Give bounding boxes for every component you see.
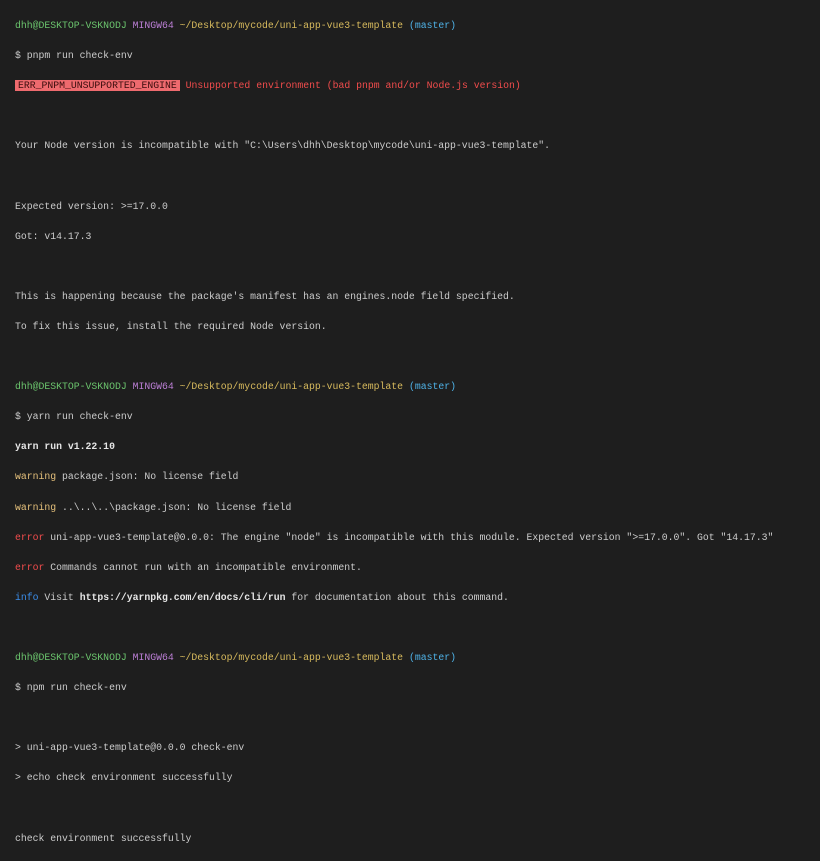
log-level: warning	[15, 471, 57, 483]
prompt-path: ~/Desktop/mycode/uni-app-vue3-template	[179, 652, 404, 664]
log-text: uni-app-vue3-template@0.0.0: The engine …	[44, 531, 774, 543]
prompt-shell: MINGW64	[132, 20, 174, 32]
output-line: Your Node version is incompatible with "…	[15, 140, 550, 152]
command-line: $ npm run check-env	[15, 682, 127, 694]
log-text: for documentation about this command.	[285, 591, 509, 603]
error-badge: ERR_PNPM_UNSUPPORTED_ENGINE	[15, 80, 180, 92]
log-line: error Commands cannot run with an incomp…	[15, 560, 820, 575]
output-line: To fix this issue, install the required …	[15, 320, 327, 332]
log-level: warning	[15, 501, 57, 513]
log-line: warning package.json: No license field	[15, 469, 820, 484]
output-line: Expected version: >=17.0.0	[15, 200, 168, 212]
prompt-line: dhh@DESKTOP-VSKNODJ MINGW64 ~/Desktop/my…	[15, 18, 820, 33]
log-level: error	[15, 531, 45, 543]
prompt-branch: (master)	[408, 381, 456, 393]
output-line: yarn run v1.22.10	[15, 441, 115, 453]
log-line: warning ..\..\..\package.json: No licens…	[15, 500, 820, 515]
command-line: $ pnpm run check-env	[15, 50, 133, 62]
prompt-path: ~/Desktop/mycode/uni-app-vue3-template	[179, 381, 404, 393]
prompt-branch: (master)	[408, 20, 456, 32]
prompt-user: dhh@DESKTOP-VSKNODJ	[15, 381, 127, 393]
log-line: info Visit https://yarnpkg.com/en/docs/c…	[15, 590, 820, 605]
log-level: error	[15, 561, 45, 573]
log-text: package.json: No license field	[56, 471, 239, 483]
command-line: $ yarn run check-env	[15, 411, 133, 423]
error-line: ERR_PNPM_UNSUPPORTED_ENGINE Unsupported …	[15, 78, 820, 93]
prompt-path: ~/Desktop/mycode/uni-app-vue3-template	[179, 20, 404, 32]
docs-link[interactable]: https://yarnpkg.com/en/docs/cli/run	[80, 592, 286, 603]
output-line: > uni-app-vue3-template@0.0.0 check-env	[15, 742, 245, 754]
log-text: Commands cannot run with an incompatible…	[44, 561, 362, 573]
prompt-line: dhh@DESKTOP-VSKNODJ MINGW64 ~/Desktop/my…	[15, 379, 820, 394]
log-line: error uni-app-vue3-template@0.0.0: The e…	[15, 530, 820, 545]
log-text: Visit	[38, 591, 80, 603]
prompt-branch: (master)	[408, 652, 456, 664]
output-line: Got: v14.17.3	[15, 230, 92, 242]
prompt-line: dhh@DESKTOP-VSKNODJ MINGW64 ~/Desktop/my…	[15, 650, 820, 665]
output-line: > echo check environment successfully	[15, 772, 233, 784]
output-line: check environment successfully	[15, 832, 192, 844]
prompt-user: dhh@DESKTOP-VSKNODJ	[15, 20, 127, 32]
log-level: info	[15, 591, 39, 603]
terminal[interactable]: dhh@DESKTOP-VSKNODJ MINGW64 ~/Desktop/my…	[0, 0, 820, 861]
output-line: This is happening because the package's …	[15, 290, 515, 302]
error-message: Unsupported environment (bad pnpm and/or…	[185, 80, 521, 92]
prompt-shell: MINGW64	[132, 652, 174, 664]
prompt-shell: MINGW64	[132, 381, 174, 393]
log-text: ..\..\..\package.json: No license field	[56, 501, 292, 513]
prompt-user: dhh@DESKTOP-VSKNODJ	[15, 652, 127, 664]
